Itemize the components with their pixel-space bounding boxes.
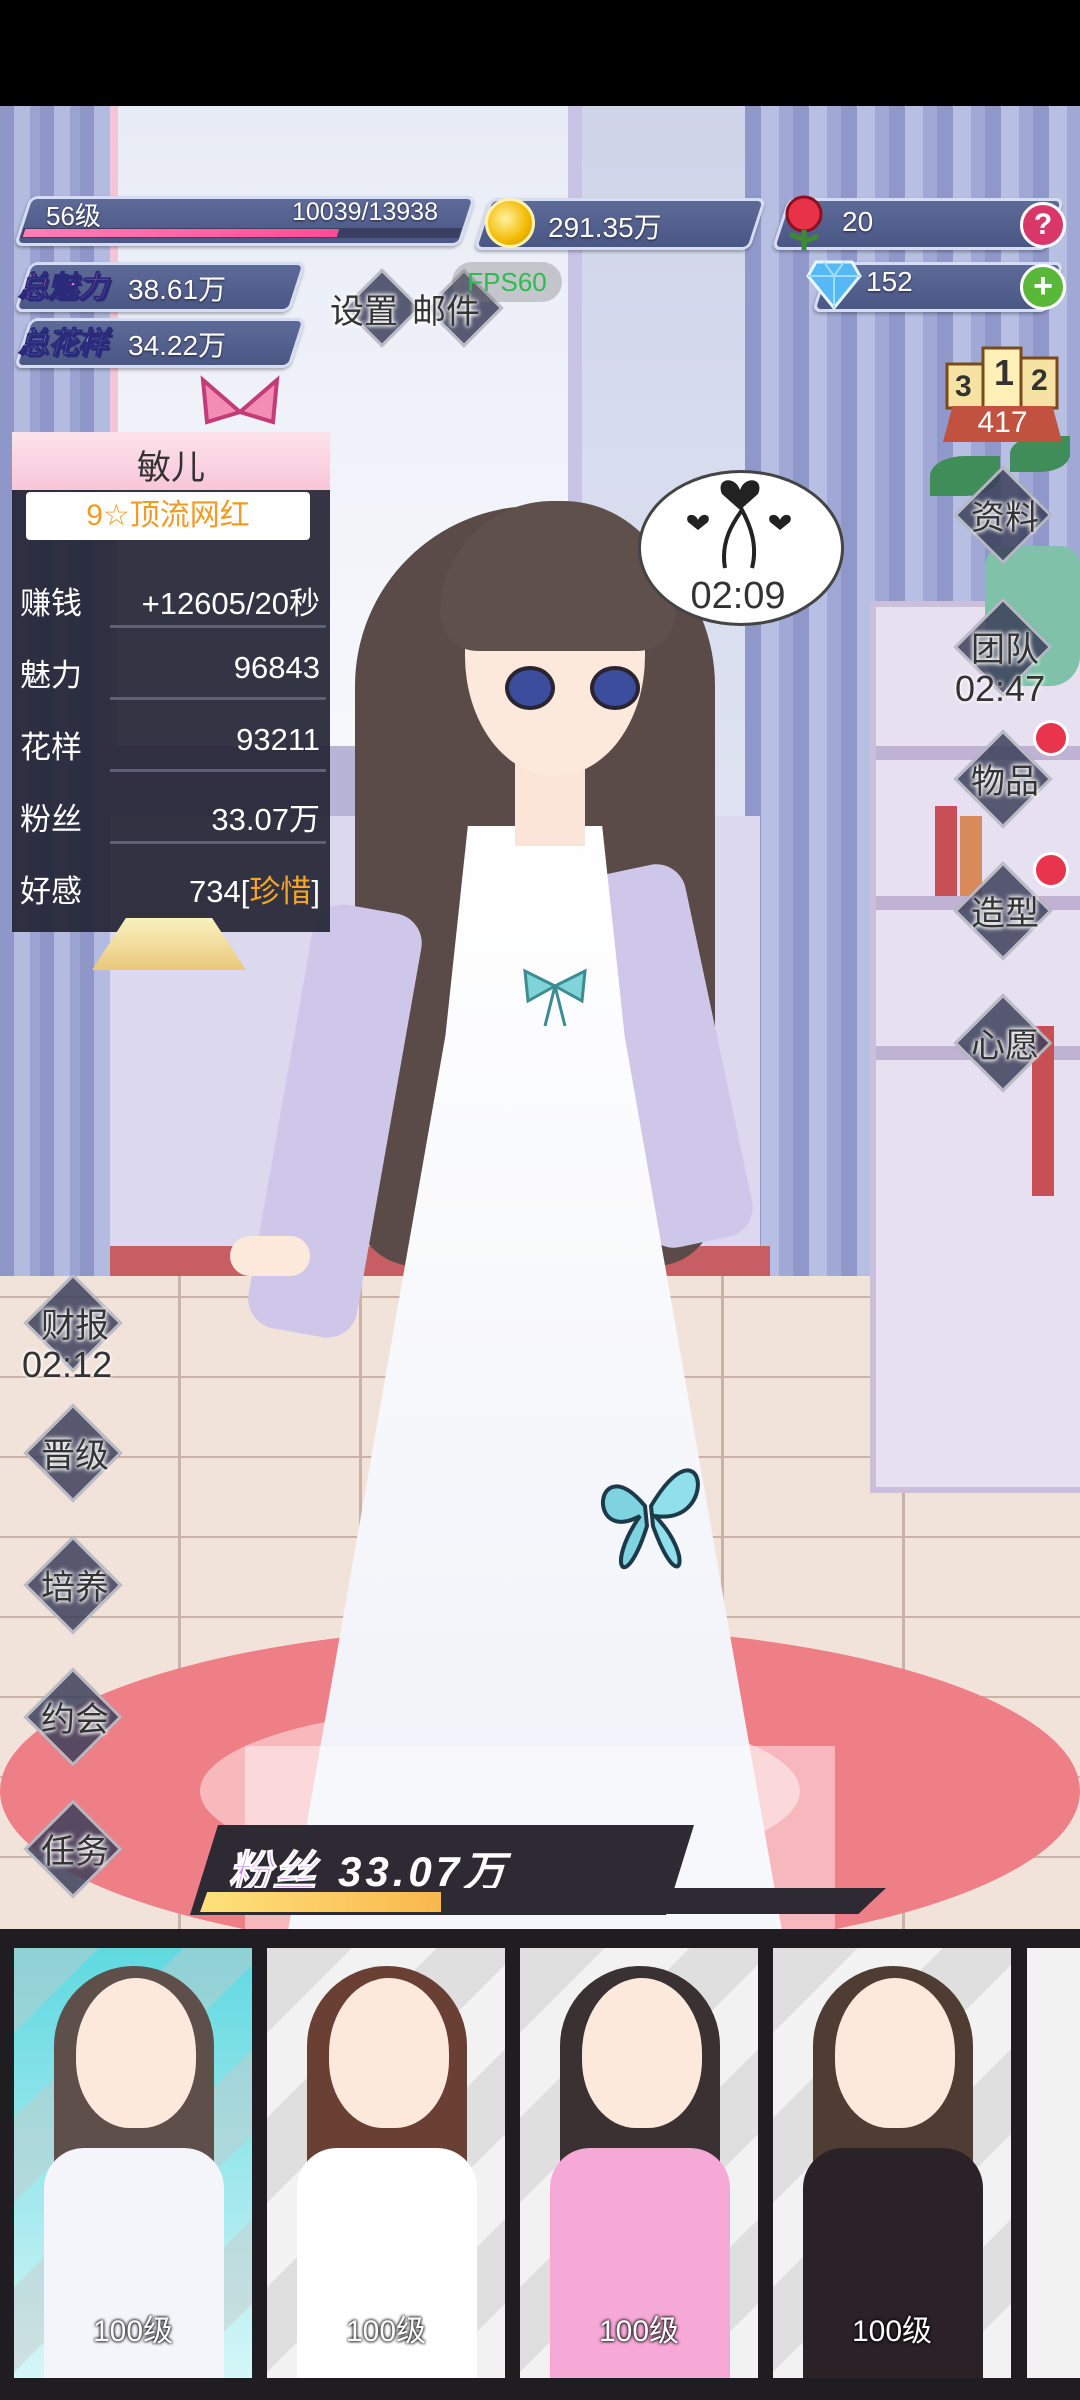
card-character-face — [582, 1978, 702, 2128]
coin-amount: 291.35万 — [548, 212, 662, 243]
info-key: 赚钱 — [20, 586, 82, 621]
fps-counter: FPS60 — [452, 262, 562, 302]
info-row: 花样 93211 — [20, 706, 326, 776]
info-row: 魅力 96843 — [20, 634, 326, 704]
tasks-label: 任务 — [41, 1833, 109, 1871]
plus-icon[interactable]: + — [1020, 264, 1066, 310]
podium-second: 2 — [1031, 364, 1048, 397]
card-level: 100级 — [345, 2315, 427, 2348]
train-button[interactable]: 培养 — [20, 1532, 130, 1642]
train-label: 培养 — [41, 1569, 109, 1607]
roster-card-partial[interactable] — [1027, 1948, 1080, 2378]
butterfly-icon — [601, 1468, 700, 1570]
profile-label: 资料 — [971, 499, 1039, 537]
total-style-value: 34.22万 — [128, 330, 227, 361]
info-row: 粉丝 33.07万 — [20, 778, 326, 848]
divider — [110, 841, 326, 844]
roster-card[interactable]: 100级 — [520, 1948, 758, 2378]
character-name: 敏儿 — [137, 449, 205, 487]
info-row: 赚钱 +12605/20秒 — [20, 562, 326, 632]
info-key: 粉丝 — [20, 802, 82, 837]
info-key: 魅力 — [20, 658, 82, 693]
ranking-value: 417 — [977, 406, 1028, 439]
card-level: 100级 — [92, 2315, 174, 2348]
info-value: 93211 — [236, 722, 320, 757]
affection-value: 734 — [189, 874, 241, 909]
fans-progress-fill — [200, 1892, 441, 1912]
roster-card[interactable]: 100级 — [14, 1948, 252, 2378]
ranking-button[interactable]: 3 1 2 417 — [943, 340, 1062, 442]
diamond-count: 152 — [866, 266, 913, 297]
coin-icon — [485, 198, 535, 248]
promote-label: 晋级 — [41, 1437, 109, 1475]
roster-card[interactable]: 100级 — [773, 1948, 1011, 2378]
info-key: 好感 — [20, 874, 82, 909]
profile-button[interactable]: 资料 — [950, 462, 1060, 572]
card-level: 100级 — [851, 2315, 933, 2348]
wish-button[interactable]: 心愿 — [950, 990, 1060, 1100]
affection-value-wrap: 734[珍惜] — [189, 866, 320, 911]
rose-count: 20 — [842, 206, 874, 237]
roster-card[interactable]: 100级 — [267, 1948, 505, 2378]
settings-label: 设置 — [330, 293, 398, 331]
info-value: 96843 — [233, 650, 320, 685]
date-label: 约会 — [41, 1701, 109, 1739]
bubble-timer: 02:09 — [690, 575, 786, 617]
game-scene — [0, 106, 1080, 1929]
tasks-button[interactable]: 任务 — [20, 1796, 130, 1906]
ribbon-icon — [523, 968, 587, 1026]
card-level: 100级 — [598, 2315, 680, 2348]
info-key: 花样 — [20, 730, 82, 765]
divider — [110, 769, 326, 772]
team-timer: 02:47 — [955, 668, 1046, 709]
help-icon[interactable]: ? — [1020, 202, 1066, 248]
wish-label: 心愿 — [971, 1027, 1039, 1065]
styling-notification-dot — [1033, 852, 1069, 888]
team-label: 团队 — [971, 631, 1039, 669]
diamond-icon — [806, 260, 862, 310]
info-row-affection: 好感 734[珍惜] — [20, 850, 320, 920]
total-charm-label: 总魅力 — [18, 271, 109, 305]
affection-bracket-close: ] — [311, 874, 320, 909]
card-character-face — [329, 1978, 449, 2128]
rose-icon — [785, 195, 823, 250]
character-eye — [590, 666, 640, 710]
card-character-face — [76, 1978, 196, 2128]
heart-icon — [687, 480, 791, 569]
podium-third: 3 — [955, 370, 972, 403]
info-value: +12605/20秒 — [141, 586, 320, 621]
date-button[interactable]: 约会 — [20, 1664, 130, 1774]
divider — [110, 697, 326, 700]
items-label: 物品 — [971, 763, 1039, 801]
character-rank-title: 9☆顶流网红 — [26, 492, 310, 540]
total-style-label: 总花样 — [18, 327, 109, 361]
character-hand — [230, 1236, 310, 1276]
total-charm-value: 38.61万 — [128, 274, 227, 305]
player-level: 56级 — [46, 201, 101, 231]
card-character-face — [835, 1978, 955, 2128]
character-eye — [505, 666, 555, 710]
promote-button[interactable]: 晋级 — [20, 1400, 130, 1510]
affection-tag: 珍惜 — [249, 874, 312, 909]
report-timer: 02:12 — [22, 1344, 113, 1385]
report-label: 财报 — [41, 1307, 109, 1345]
divider — [110, 625, 326, 628]
styling-label: 造型 — [971, 895, 1039, 933]
bow-icon — [200, 375, 280, 425]
info-value: 33.07万 — [211, 802, 320, 837]
podium-first: 1 — [994, 352, 1015, 393]
items-notification-dot — [1033, 720, 1069, 756]
xp-text: 10039/13938 — [292, 198, 438, 226]
